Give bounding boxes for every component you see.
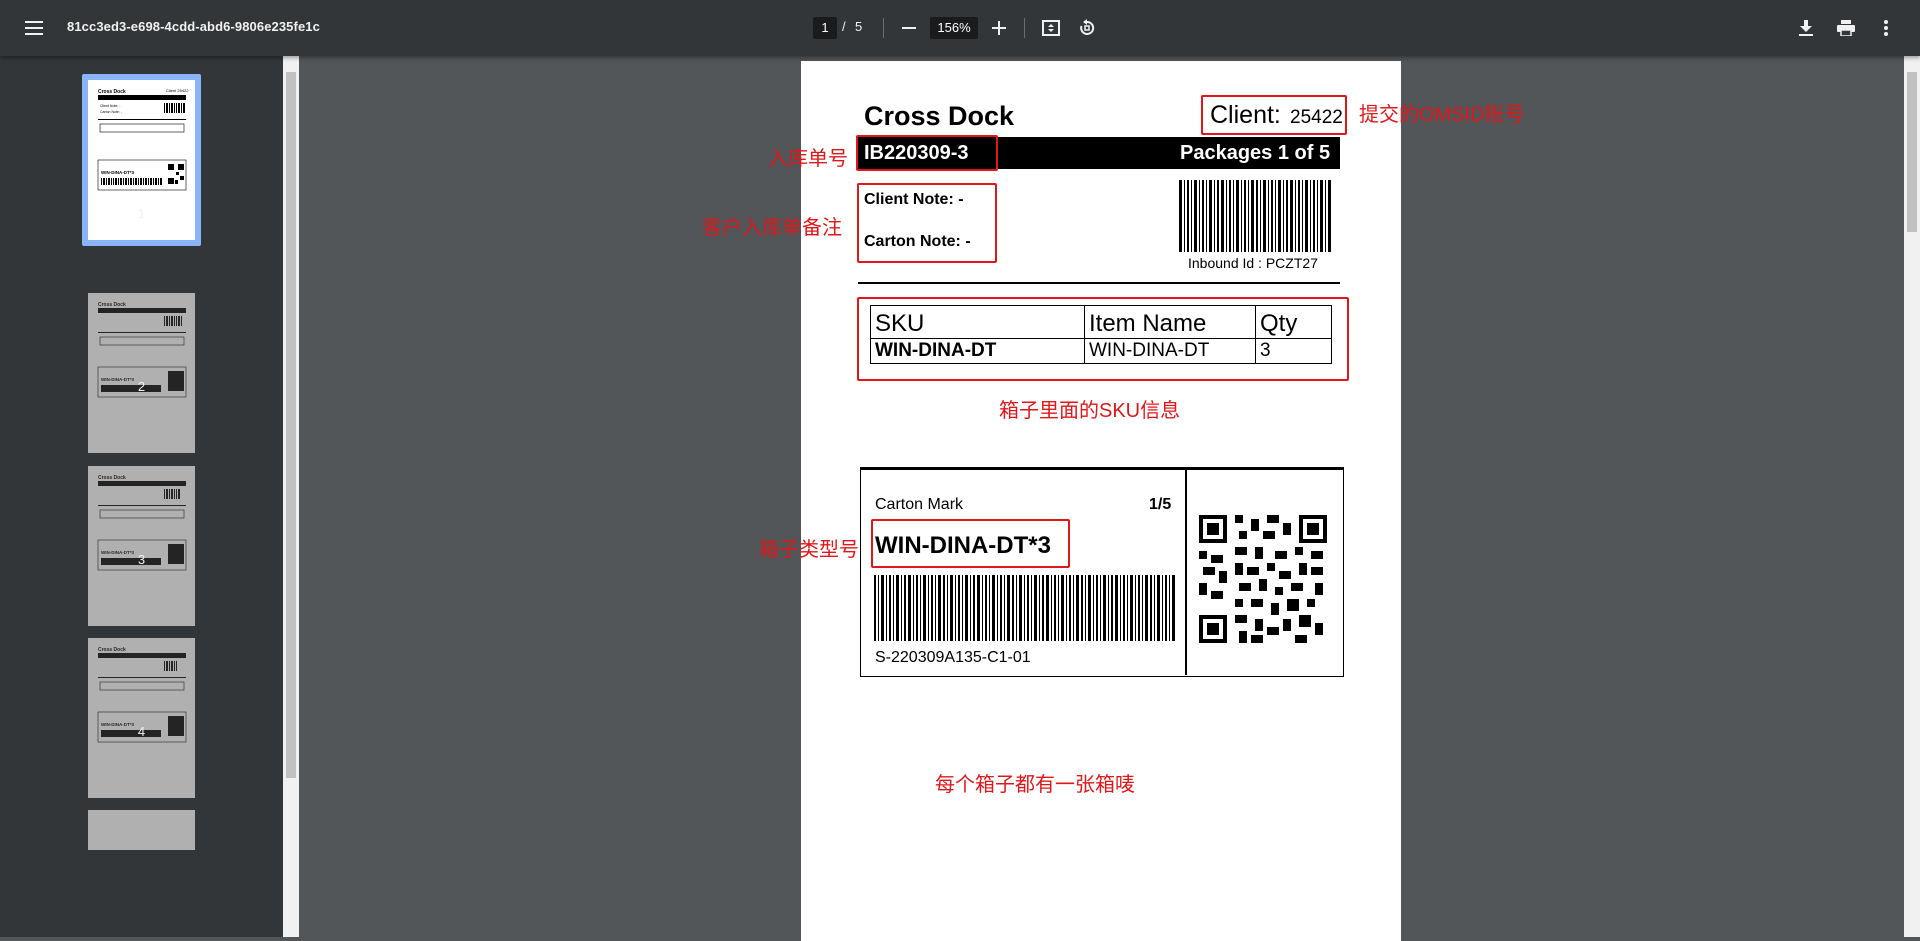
inbound-highlight-box bbox=[856, 135, 998, 171]
carton-mark-label: Carton Mark bbox=[875, 496, 964, 513]
toolbar-divider bbox=[1024, 18, 1025, 38]
thumbnail-page-2[interactable]: Cross Dock WIN-DINA-DT*3 bbox=[88, 293, 195, 453]
inbound-barcode bbox=[1179, 180, 1331, 252]
more-vert-icon[interactable] bbox=[1871, 13, 1901, 43]
thumbnail-page-4[interactable]: Cross Dock WIN-DINA-DT*3 bbox=[88, 638, 195, 798]
scrollbar-thumb[interactable] bbox=[1907, 72, 1917, 232]
page-separator: / bbox=[842, 19, 846, 34]
svg-text:Cross Dock: Cross Dock bbox=[98, 302, 126, 308]
document-title: 81cc3ed3-e698-4cdd-abd6-9806e235fe1c bbox=[67, 19, 320, 34]
zoom-out-icon[interactable] bbox=[894, 13, 924, 43]
toolbar-divider bbox=[883, 18, 884, 38]
menu-icon[interactable] bbox=[19, 13, 49, 43]
svg-text:Client Note: -: Client Note: - bbox=[100, 104, 121, 108]
annotation-notes: 客户入库单备注 bbox=[702, 217, 842, 239]
download-icon[interactable] bbox=[1791, 13, 1821, 43]
sku-table: SKU Item Name Qty WIN-DINA-DT WIN-DINA-D… bbox=[870, 305, 1332, 364]
thumbnail-number: 4 bbox=[137, 724, 146, 739]
pdf-page: Cross Dock Client: 25422 IB220309-3 Pack… bbox=[801, 61, 1401, 941]
carton-barcode bbox=[874, 575, 1175, 641]
separator-line bbox=[858, 282, 1340, 284]
page-number-input[interactable]: 1 bbox=[813, 17, 837, 39]
svg-text:Cross Dock: Cross Dock bbox=[98, 89, 126, 95]
zoom-level-input[interactable]: 156% bbox=[930, 17, 978, 39]
table-header-qty: Qty bbox=[1255, 305, 1332, 339]
svg-text:Client 25422: Client 25422 bbox=[166, 88, 189, 93]
notes-highlight-box bbox=[857, 183, 997, 263]
carton-code: S-220309A135-C1-01 bbox=[875, 649, 1031, 666]
sidebar-scrollbar[interactable] bbox=[283, 56, 299, 937]
thumbnail-sidebar: Cross Dock Client 25422 Client Note: - C… bbox=[0, 56, 283, 937]
annotation-inbound-number: 入库单号 bbox=[768, 148, 848, 170]
thumbnail-page-5[interactable] bbox=[88, 810, 195, 850]
annotation-carton-type: 箱子类型号 bbox=[759, 539, 859, 561]
carton-type-highlight-box bbox=[871, 519, 1070, 568]
cell-qty: 3 bbox=[1255, 338, 1332, 364]
scrollbar-thumb[interactable] bbox=[286, 72, 296, 778]
carton-divider bbox=[1185, 469, 1187, 675]
inbound-id: Inbound Id : PCZT27 bbox=[1188, 255, 1318, 271]
thumbnail-number: 1 bbox=[137, 206, 146, 221]
cell-item-name: WIN-DINA-DT bbox=[1084, 338, 1256, 364]
zoom-in-icon[interactable] bbox=[984, 13, 1014, 43]
carton-count: 1/5 bbox=[1149, 496, 1172, 513]
qr-code bbox=[1199, 515, 1327, 643]
label-title: Cross Dock bbox=[864, 101, 1015, 131]
packages-count: Packages 1 of 5 bbox=[1180, 142, 1331, 164]
page-total: 5 bbox=[855, 19, 863, 34]
svg-text:Carton Note: -: Carton Note: - bbox=[100, 110, 123, 114]
main-scrollbar[interactable] bbox=[1904, 56, 1920, 937]
table-row: WIN-DINA-DT WIN-DINA-DT 3 bbox=[870, 338, 1332, 364]
annotation-sku-info: 箱子里面的SKU信息 bbox=[999, 400, 1181, 422]
annotation-client: 提交的OMSID账号 bbox=[1359, 104, 1525, 126]
fit-page-icon[interactable] bbox=[1036, 13, 1066, 43]
svg-text:WIN-DINA-DT*3: WIN-DINA-DT*3 bbox=[101, 170, 134, 175]
client-highlight-box bbox=[1201, 95, 1347, 135]
rotate-icon[interactable] bbox=[1072, 13, 1102, 43]
thumbnail-page-3[interactable]: Cross Dock WIN-DINA-DT*3 bbox=[88, 466, 195, 626]
annotation-per-carton: 每个箱子都有一张箱唛 bbox=[935, 774, 1135, 796]
thumbnail-number: 2 bbox=[137, 379, 146, 394]
svg-text:Cross Dock: Cross Dock bbox=[98, 475, 126, 481]
table-header-item-name: Item Name bbox=[1084, 305, 1256, 339]
thumbnail-number: 3 bbox=[137, 552, 146, 567]
cell-sku: WIN-DINA-DT bbox=[870, 338, 1085, 364]
pdf-toolbar: 81cc3ed3-e698-4cdd-abd6-9806e235fe1c 1 /… bbox=[0, 0, 1920, 56]
svg-text:Cross Dock: Cross Dock bbox=[98, 647, 126, 653]
print-icon[interactable] bbox=[1831, 13, 1861, 43]
table-header-sku: SKU bbox=[870, 305, 1085, 339]
